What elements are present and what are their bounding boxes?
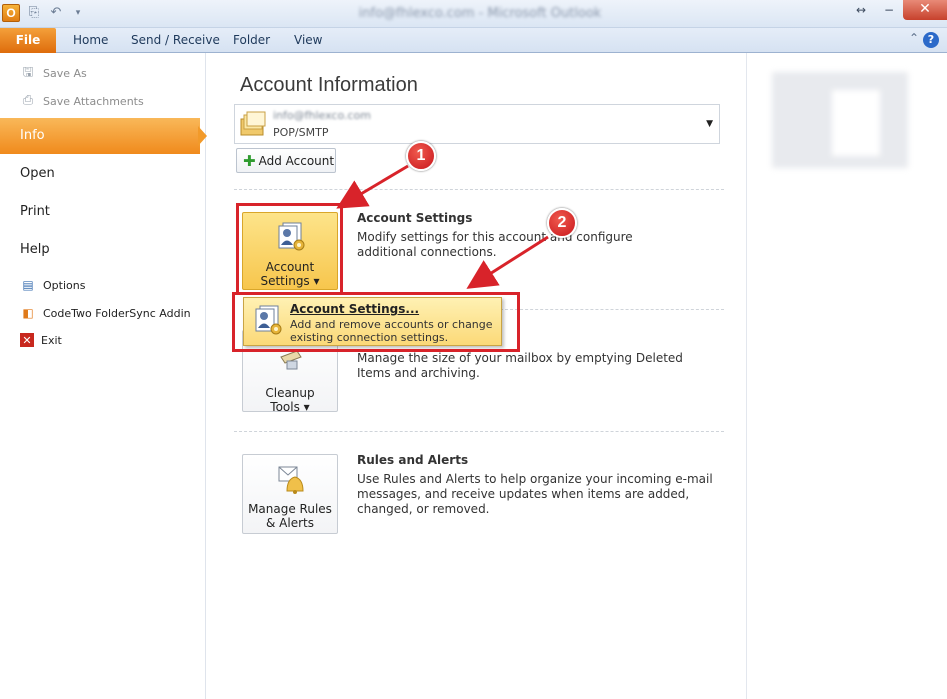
options-icon: ▤ bbox=[22, 278, 34, 292]
cleanup-btn-line2: Tools ▾ bbox=[270, 400, 310, 414]
page-title: Account Information bbox=[240, 74, 418, 96]
nav-save-attachments[interactable]: ⎙ Save Attachments bbox=[20, 93, 144, 109]
nav-codetwo-label: CodeTwo FolderSync Addin bbox=[43, 306, 191, 320]
outlook-app-icon[interactable]: O bbox=[2, 4, 20, 22]
nav-help[interactable]: Help bbox=[20, 242, 50, 257]
window-controls: ↔ − ✕ bbox=[847, 0, 947, 20]
tab-home[interactable]: Home bbox=[73, 28, 108, 53]
chevron-down-icon[interactable]: ▼ bbox=[706, 119, 713, 129]
divider bbox=[234, 189, 724, 190]
save-as-icon: 🖫 bbox=[22, 65, 34, 80]
rules-title: Rules and Alerts bbox=[357, 453, 469, 467]
restore-button[interactable]: ↔ bbox=[847, 0, 875, 20]
tab-file[interactable]: File bbox=[0, 28, 56, 53]
add-account-button[interactable]: ✚ Add Account bbox=[236, 148, 336, 173]
add-account-label: Add Account bbox=[258, 153, 335, 168]
send-receive-icon[interactable]: ⎘ bbox=[26, 5, 42, 21]
title-bar: O ⎘ ↶ ▾ info@fhlexco.com - Microsoft Out… bbox=[0, 0, 947, 28]
close-button[interactable]: ✕ bbox=[903, 0, 947, 20]
annotation-highlight-1 bbox=[236, 203, 343, 295]
nav-print[interactable]: Print bbox=[20, 204, 50, 219]
account-settings-desc: Modify settings for this account and con… bbox=[357, 230, 633, 259]
tab-send-receive[interactable]: Send / Receive bbox=[131, 28, 220, 53]
account-type: POP/SMTP bbox=[273, 126, 329, 139]
window-title: info@fhlexco.com - Microsoft Outlook bbox=[358, 6, 602, 21]
undo-icon[interactable]: ↶ bbox=[48, 5, 64, 21]
nav-exit-label: Exit bbox=[41, 333, 62, 347]
rules-btn-line1: Manage Rules bbox=[248, 502, 332, 516]
nav-codetwo[interactable]: ◧ CodeTwo FolderSync Addin bbox=[20, 305, 191, 321]
exit-icon: ✕ bbox=[20, 333, 34, 347]
account-email: info@fhlexco.com bbox=[273, 109, 371, 122]
account-selector[interactable]: info@fhlexco.com POP/SMTP ▼ bbox=[234, 104, 720, 144]
help-icon[interactable]: ? bbox=[923, 32, 939, 48]
arrow-1 bbox=[336, 164, 409, 209]
plus-icon: ✚ bbox=[243, 151, 256, 170]
account-folder-icon bbox=[240, 111, 266, 136]
account-settings-title: Account Settings bbox=[357, 211, 473, 225]
step-badge-2: 2 bbox=[547, 208, 577, 238]
account-preview-thumbnail bbox=[772, 72, 908, 168]
ribbon-tabs: File Home Send / Receive Folder View ⌃ ? bbox=[0, 28, 947, 53]
tab-view[interactable]: View bbox=[294, 28, 322, 53]
nav-exit[interactable]: ✕ Exit bbox=[20, 333, 62, 347]
backstage-nav: 🖫 Save As ⎙ Save Attachments Info Open P… bbox=[0, 53, 207, 699]
nav-save-attachments-label: Save Attachments bbox=[43, 94, 144, 108]
quick-access-toolbar: O ⎘ ↶ ▾ bbox=[2, 4, 86, 22]
manage-rules-button[interactable]: Manage Rules & Alerts bbox=[242, 454, 338, 534]
nav-save-as[interactable]: 🖫 Save As bbox=[20, 65, 87, 81]
cleanup-desc: Manage the size of your mailbox by empty… bbox=[357, 351, 683, 380]
rules-desc: Use Rules and Alerts to help organize yo… bbox=[357, 472, 713, 516]
customize-toolbar-icon[interactable]: ▾ bbox=[70, 5, 86, 21]
save-attachments-icon: ⎙ bbox=[22, 93, 34, 108]
nav-info[interactable]: Info bbox=[0, 118, 200, 154]
nav-save-as-label: Save As bbox=[43, 66, 87, 80]
minimize-button[interactable]: − bbox=[875, 0, 903, 20]
nav-options[interactable]: ▤ Options bbox=[20, 277, 85, 293]
nav-options-label: Options bbox=[43, 278, 86, 292]
divider bbox=[234, 431, 724, 432]
rules-alerts-icon bbox=[278, 466, 304, 494]
rules-btn-line2: & Alerts bbox=[266, 516, 314, 530]
nav-open[interactable]: Open bbox=[20, 166, 55, 181]
tab-folder[interactable]: Folder bbox=[233, 28, 270, 53]
annotation-highlight-2 bbox=[232, 292, 520, 352]
nav-info-label: Info bbox=[20, 128, 45, 143]
divider bbox=[500, 309, 724, 310]
nav-info-pointer bbox=[198, 126, 207, 146]
step-badge-1: 1 bbox=[406, 141, 436, 171]
codetwo-icon: ◧ bbox=[22, 306, 34, 320]
minimize-ribbon-icon[interactable]: ⌃ bbox=[909, 31, 919, 45]
cleanup-btn-line1: Cleanup bbox=[265, 386, 315, 400]
preview-divider bbox=[746, 53, 747, 699]
